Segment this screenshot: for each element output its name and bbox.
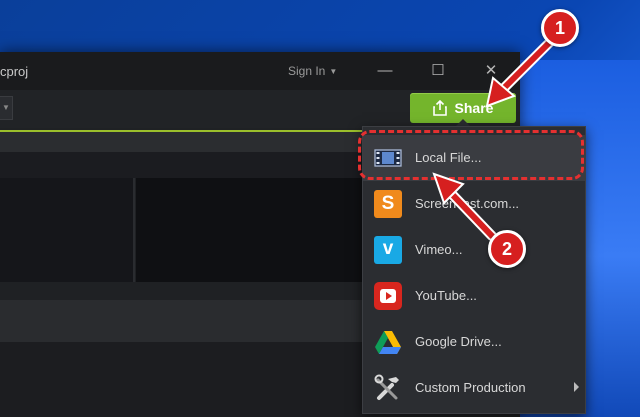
panel-header (0, 132, 370, 152)
vimeo-icon: v (374, 236, 402, 264)
toolbar-dropdown[interactable]: ▼ (0, 96, 13, 120)
sign-in-menu[interactable]: Sign In ▼ (288, 64, 337, 78)
menu-item-screencast[interactable]: S Screencast.com... (363, 181, 585, 227)
menu-item-label: Google Drive... (415, 334, 502, 349)
close-button[interactable]: ✕ (478, 59, 504, 83)
timeline-toolbar (0, 300, 370, 342)
share-button-label: Share (454, 100, 494, 116)
window-title: cproj (0, 64, 29, 79)
caret-down-icon: ▼ (329, 67, 338, 76)
panel-divider (133, 178, 135, 282)
panel-tabs-strip (0, 152, 370, 178)
menu-item-vimeo[interactable]: v Vimeo... (363, 227, 585, 273)
step-badge-1: 1 (541, 9, 579, 47)
google-drive-icon (375, 331, 401, 354)
maximize-button[interactable]: ☐ (425, 59, 451, 83)
menu-item-label: Screencast.com... (415, 196, 520, 211)
tools-icon (374, 374, 399, 400)
step-badge-2: 2 (488, 230, 526, 268)
menu-item-label: Vimeo... (415, 242, 463, 257)
submenu-arrow-icon (574, 382, 579, 392)
sign-in-label: Sign In (288, 64, 326, 78)
upload-share-icon (432, 100, 447, 116)
menu-item-google-drive[interactable]: Google Drive... (363, 319, 585, 365)
minimize-button[interactable]: — (372, 59, 398, 83)
chevron-down-icon: ▼ (2, 103, 10, 112)
menu-item-custom-production[interactable]: Custom Production (363, 365, 585, 411)
menu-item-youtube[interactable]: YouTube... (363, 273, 585, 319)
screencast-icon: S (374, 190, 402, 218)
highlight-dashed-box (358, 130, 584, 180)
title-bar: cproj Sign In ▼ — ☐ ✕ (0, 52, 520, 90)
menu-item-label: YouTube... (415, 288, 477, 303)
menu-item-label: Custom Production (415, 380, 526, 395)
youtube-icon (374, 282, 402, 310)
timeline-area (0, 342, 370, 417)
